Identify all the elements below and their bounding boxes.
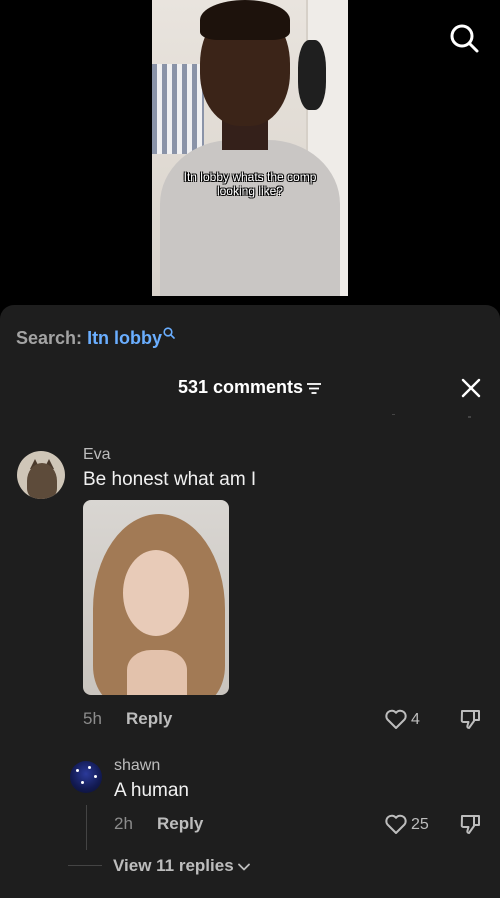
comment-username[interactable]: Eva: [83, 445, 111, 465]
view-replies-label: View 11 replies: [113, 856, 234, 875]
background-curtain: [152, 64, 204, 154]
thread-line: [86, 805, 87, 850]
like-count: 4: [411, 711, 420, 728]
comments-sheet: Search: Itn lobby 531 comments Eva Be ho…: [0, 305, 500, 898]
photo-shoulders: [127, 650, 187, 695]
sort-icon[interactable]: [306, 381, 322, 395]
cat-image: [27, 463, 57, 499]
reply-time: 2h: [114, 814, 133, 833]
dislike-icon[interactable]: [459, 813, 483, 835]
background-hanger: [298, 40, 326, 110]
search-prefix: Search:: [16, 328, 83, 348]
video-caption: Itn lobby whats the comp looking like?: [183, 170, 317, 198]
search-term[interactable]: Itn lobby: [87, 328, 162, 348]
search-icon: [163, 327, 175, 339]
avatar[interactable]: [17, 451, 65, 499]
person-hair: [200, 0, 290, 40]
video-player[interactable]: Itn lobby whats the comp looking like?: [0, 0, 500, 305]
heart-icon[interactable]: [384, 708, 408, 730]
reply-username[interactable]: shawn: [114, 756, 160, 776]
comment-photo[interactable]: [83, 500, 229, 695]
star-shape: [76, 769, 79, 772]
comments-header: 531 comments: [0, 375, 500, 399]
divider-mark: [468, 416, 471, 418]
dislike-icon[interactable]: [459, 708, 483, 730]
star-shape: [81, 781, 84, 784]
reply-button[interactable]: Reply: [157, 814, 203, 834]
video-frame[interactable]: Itn lobby whats the comp looking like?: [152, 0, 348, 296]
view-replies-button[interactable]: View 11 replies: [113, 856, 250, 876]
replies-divider: [68, 865, 102, 866]
reply-text: A human: [114, 780, 189, 801]
like-count: 25: [411, 816, 429, 833]
avatar[interactable]: [70, 761, 102, 793]
chevron-down-icon: [237, 863, 250, 870]
comment-time: 5h: [83, 709, 102, 728]
person-shirt: [160, 140, 340, 296]
close-icon[interactable]: [460, 377, 482, 399]
reply-button[interactable]: Reply: [126, 709, 172, 729]
divider-mark: [392, 414, 395, 415]
photo-face: [123, 550, 189, 636]
search-icon[interactable]: [448, 22, 480, 54]
comment-text: Be honest what am I: [83, 469, 257, 490]
star-shape: [88, 766, 91, 769]
comments-count: 531 comments: [177, 377, 304, 397]
search-suggestion[interactable]: Search: Itn lobby: [16, 327, 175, 349]
star-shape: [94, 775, 97, 778]
heart-icon[interactable]: [384, 813, 408, 835]
